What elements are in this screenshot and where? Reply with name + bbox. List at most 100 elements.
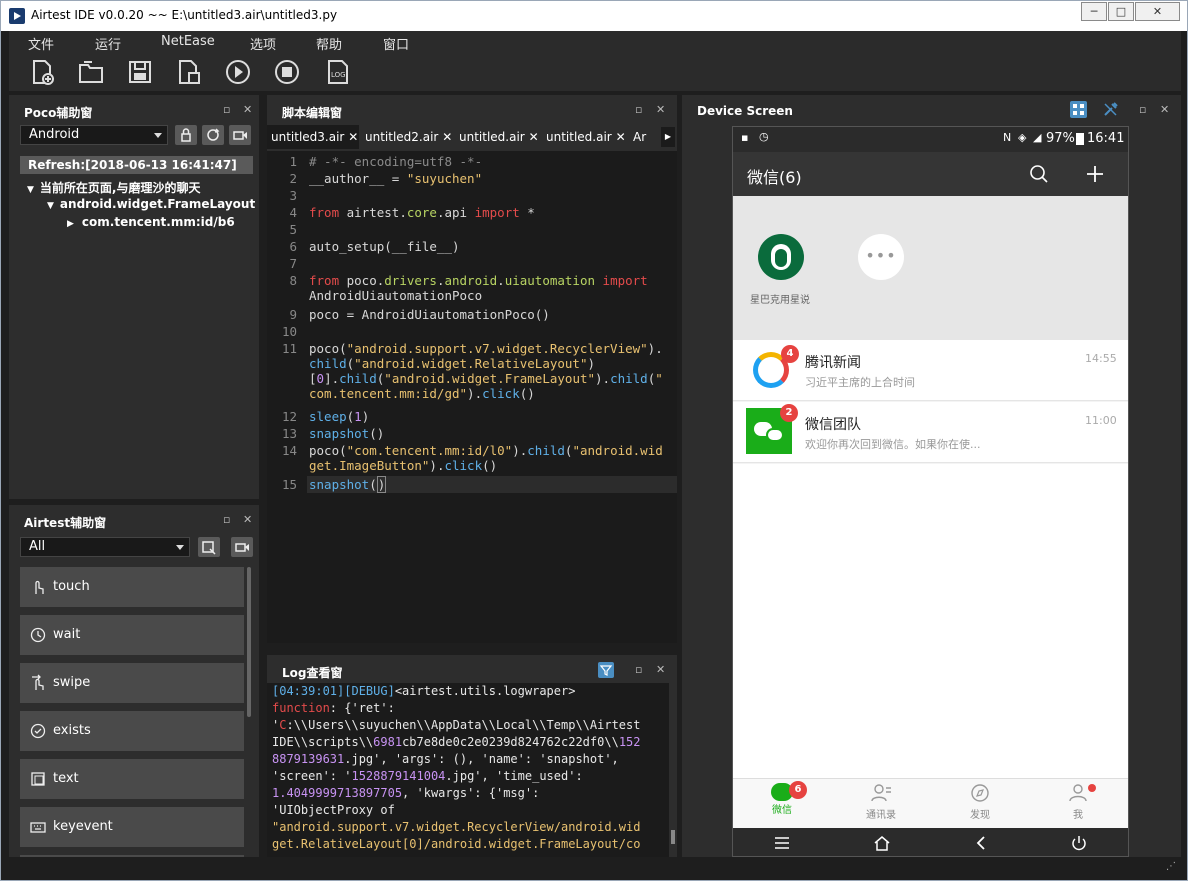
nav-contacts[interactable]: 通讯录 (841, 783, 921, 821)
stop-icon[interactable] (273, 58, 301, 86)
menu-run[interactable]: 运行 (95, 34, 121, 53)
platform-select[interactable]: Android (20, 125, 168, 145)
chat-item-tencent-news[interactable]: 4 腾讯新闻 习近平主席的上合时间 14:55 (733, 340, 1128, 401)
resize-grip-icon[interactable]: ⋰ (1166, 861, 1182, 875)
signal-icon: ◢ (1033, 131, 1042, 144)
nav-chats[interactable]: 微信 (742, 783, 822, 816)
close-button[interactable]: ✕ (1135, 2, 1180, 21)
tree-node-framelayout[interactable]: ▼ android.widget.FrameLayout (47, 197, 255, 211)
tab-close-icon[interactable]: ✕ (616, 130, 626, 144)
chat-list-empty-area (733, 464, 1128, 778)
touch-button[interactable]: touch (20, 567, 244, 607)
log-output[interactable]: [04:39:01][DEBUG]<airtest.utils.logwrape… (267, 683, 669, 857)
window-title: Airtest IDE v0.0.20 ~~ E:\untitled3.air\… (31, 8, 338, 22)
tab-untitled[interactable]: untitled.air ✕ (455, 125, 541, 149)
editor-tabs: untitled3.air ✕ untitled2.air ✕ untitled… (267, 125, 677, 149)
menu-help[interactable]: 帮助 (316, 34, 342, 53)
menu-icon[interactable] (773, 835, 791, 851)
tab-close-icon[interactable]: ✕ (442, 130, 452, 144)
layout-button[interactable] (1070, 101, 1087, 118)
refresh-status: Refresh:[2018-06-13 16:41:47] (20, 156, 253, 174)
text-button[interactable]: text (20, 759, 244, 799)
starbucks-logo-icon[interactable] (758, 234, 804, 280)
android-nav-bar (733, 828, 1128, 856)
unread-badge: 2 (780, 404, 798, 422)
tree-node-b6[interactable]: ▶ com.tencent.mm:id/b6 (67, 215, 235, 229)
save-as-icon[interactable] (175, 58, 203, 86)
menu-window[interactable]: 窗口 (383, 34, 409, 53)
tab-untitled3[interactable]: untitled3.air ✕ (267, 125, 359, 149)
app-window: Airtest IDE v0.0.20 ~~ E:\untitled3.air\… (0, 0, 1188, 881)
exists-button[interactable]: exists (20, 711, 244, 751)
lock-button[interactable] (175, 125, 197, 145)
chat-item-wechat-team[interactable]: 2 微信团队 欢迎你再次回到微信。如果你在使... 11:00 (733, 402, 1128, 463)
scrollbar[interactable] (247, 567, 251, 717)
nav-discover[interactable]: 发现 (940, 783, 1020, 821)
power-icon[interactable] (1070, 834, 1088, 852)
save-icon[interactable] (126, 58, 154, 86)
airtest-header: Airtest辅助窗 ▫ ✕ (9, 505, 259, 535)
chat-time: 14:55 (1085, 352, 1117, 365)
plus-icon[interactable] (1085, 164, 1105, 184)
device-screen[interactable]: ▪ ◷ N ◈ ◢ 97% 16:41 微信(6) 星巴克用星说 ••• 4 腾… (732, 126, 1129, 857)
menu-bar: 文件 运行 NetEase 选项 帮助 窗口 (9, 31, 1181, 53)
wait-button[interactable]: wait (20, 615, 244, 655)
record-button[interactable] (231, 537, 253, 557)
close-icon[interactable]: ✕ (656, 103, 665, 116)
keyevent-button[interactable]: keyevent (20, 807, 244, 847)
float-icon[interactable]: ▫ (1139, 103, 1146, 116)
tab-untitled-2[interactable]: untitled.air ✕ (542, 125, 628, 149)
tab-untitled2[interactable]: untitled2.air ✕ (361, 125, 453, 149)
search-icon[interactable] (1029, 164, 1049, 184)
tree-node-root[interactable]: ▼ 当前所在页面,与磨理沙的聊天 (27, 179, 200, 196)
menu-netease[interactable]: NetEase (161, 34, 215, 49)
contacts-icon (871, 784, 891, 802)
float-icon[interactable]: ▫ (223, 513, 230, 526)
touch-icon (35, 580, 44, 594)
more-icon[interactable]: ••• (858, 234, 904, 280)
wechat-title: 微信(6) (747, 168, 802, 187)
wechat-header: 微信(6) (733, 152, 1128, 196)
tab-close-icon[interactable]: ✕ (348, 130, 358, 144)
log-icon[interactable]: LOG (324, 58, 352, 86)
float-icon[interactable]: ▫ (635, 663, 642, 676)
record-button[interactable] (229, 125, 251, 145)
refresh-button[interactable] (202, 125, 224, 145)
check-circle-icon (30, 723, 46, 739)
tab-scroll-right-icon[interactable]: ▶ (661, 127, 675, 147)
more-button[interactable] (20, 855, 244, 857)
poco-panel: Poco辅助窗 ▫ ✕ Android Refresh:[2018-06-13 … (9, 95, 259, 499)
tools-icon (1104, 102, 1118, 116)
log-scrollbar[interactable] (671, 830, 675, 844)
app-icon (9, 8, 25, 24)
menu-options[interactable]: 选项 (250, 34, 276, 53)
close-icon[interactable]: ✕ (1160, 103, 1169, 116)
close-icon[interactable]: ✕ (243, 513, 252, 526)
new-file-icon[interactable] (28, 58, 56, 86)
home-icon[interactable] (873, 834, 891, 852)
tools-button[interactable] (1102, 101, 1119, 118)
battery-level: 97% (1046, 131, 1075, 146)
back-icon[interactable] (973, 835, 989, 851)
title-bar: Airtest IDE v0.0.20 ~~ E:\untitled3.air\… (1, 1, 1187, 31)
maximize-button[interactable]: □ (1108, 2, 1134, 21)
minimize-button[interactable]: ─ (1081, 2, 1107, 21)
run-icon[interactable] (224, 58, 252, 86)
open-folder-icon[interactable] (77, 58, 105, 86)
mini-program-area: 星巴克用星说 ••• (733, 196, 1128, 340)
tab-ar[interactable]: Ar (629, 125, 659, 149)
code-editor[interactable]: 1 # -*- encoding=utf8 -*- 2 __author__ = "… (267, 151, 677, 643)
close-icon[interactable]: ✕ (656, 663, 665, 676)
swipe-button[interactable]: swipe (20, 663, 244, 703)
close-icon[interactable]: ✕ (243, 103, 252, 116)
float-icon[interactable]: ▫ (635, 103, 642, 116)
nav-me[interactable]: 我 (1038, 783, 1118, 821)
snapshot-select-button[interactable] (198, 537, 220, 557)
menu-file[interactable]: 文件 (28, 34, 54, 53)
tab-close-icon[interactable]: ✕ (529, 130, 539, 144)
float-icon[interactable]: ▫ (223, 103, 230, 116)
chat-preview: 习近平主席的上合时间 (805, 376, 915, 389)
filter-button[interactable] (598, 662, 614, 678)
api-filter-select[interactable]: All (20, 537, 190, 557)
mini-program-label: 星巴克用星说 (750, 295, 810, 306)
